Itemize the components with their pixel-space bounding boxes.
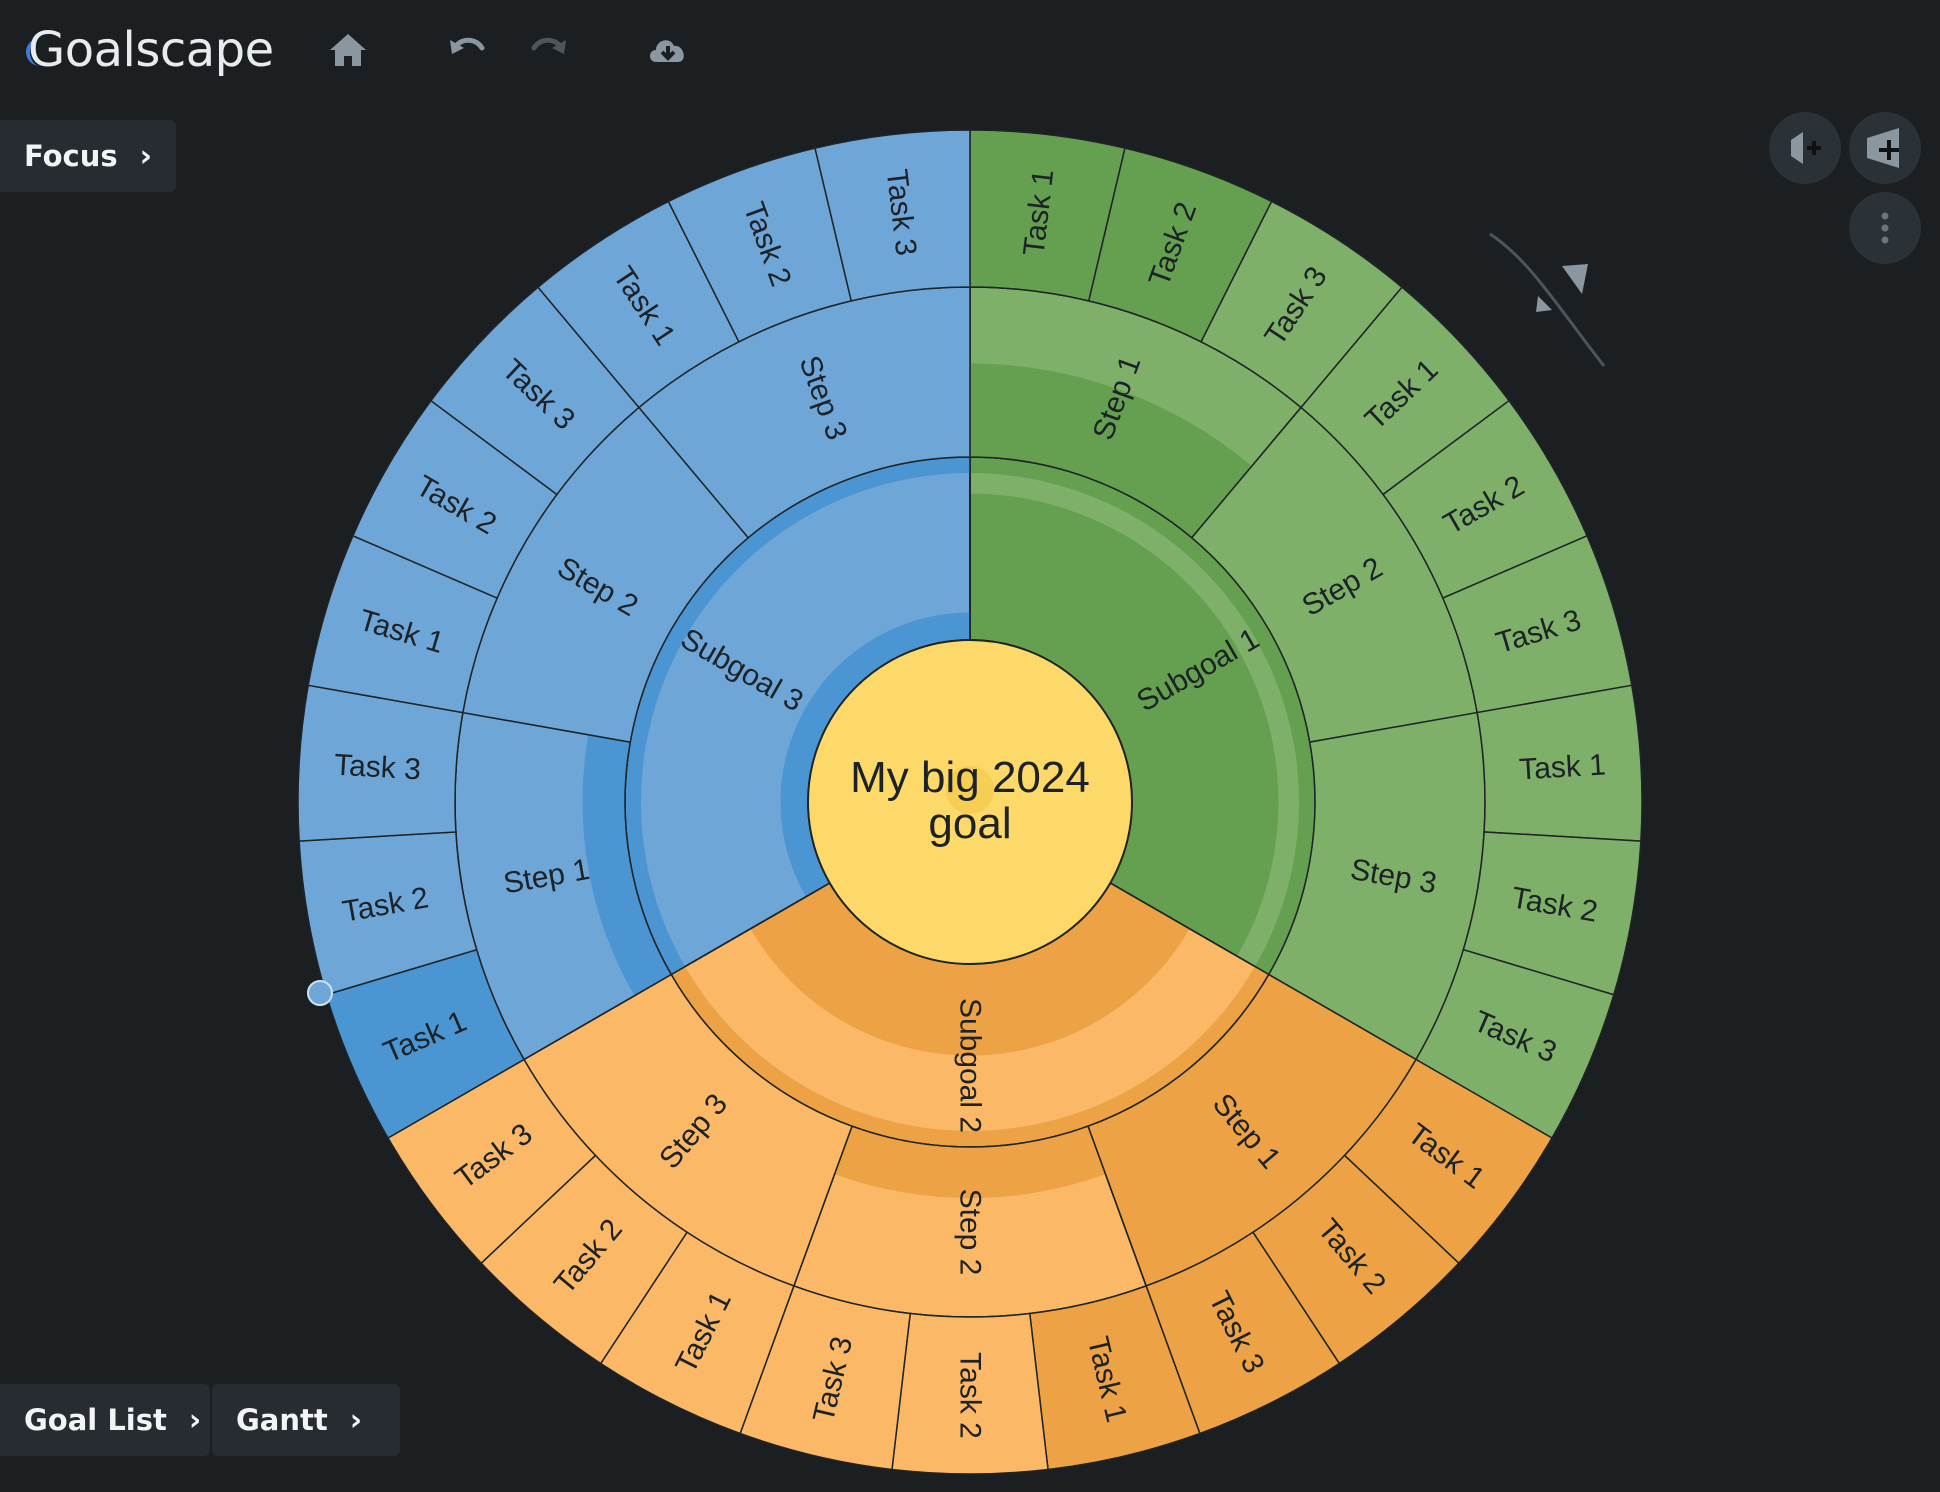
segment-label: Subgoal 2 (954, 998, 987, 1133)
segment-label: Step 2 (954, 1189, 987, 1276)
goal-wheel[interactable]: Subgoal 1Step 1Task 1 Task 2Task 3Step 2T… (0, 0, 1940, 1492)
segment-label: Task 1 (1518, 748, 1606, 786)
segment-label: Task 2 (954, 1352, 987, 1439)
segment-label: Task 3 (333, 748, 421, 786)
selection-handle[interactable] (307, 980, 333, 1006)
center-goal[interactable]: My big 2024 goal (807, 639, 1133, 965)
